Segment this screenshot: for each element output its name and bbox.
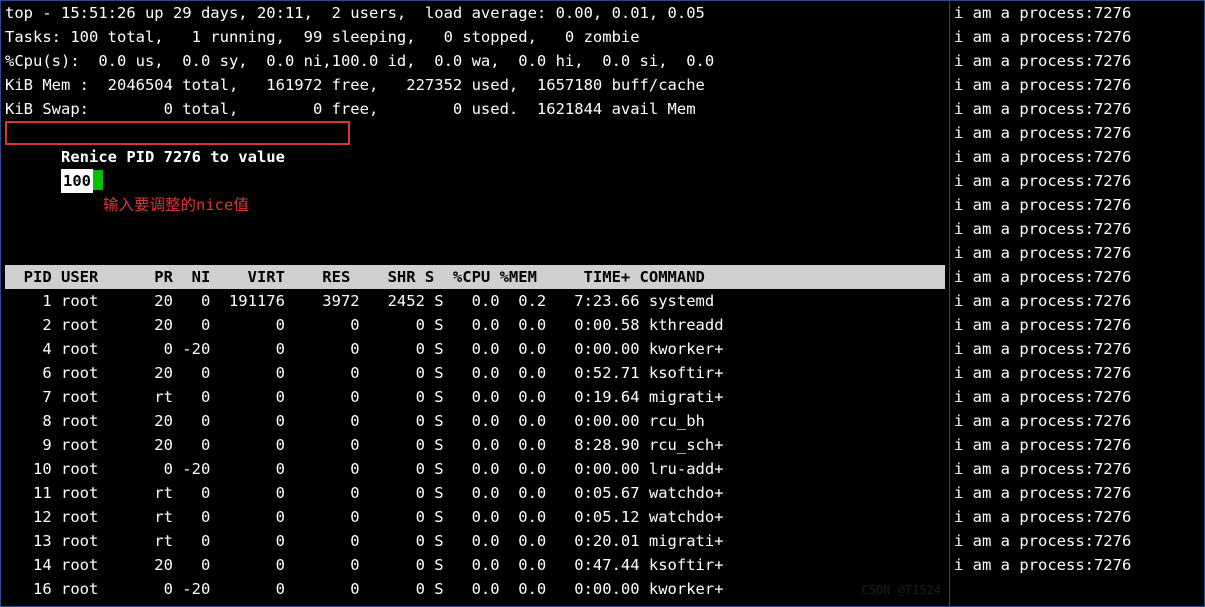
renice-prompt-text: Renice PID 7276 to value (61, 148, 294, 166)
process-row[interactable]: 10 root 0 -20 0 0 0 S 0.0 0.0 0:00.00 lr… (5, 457, 945, 481)
top-pane[interactable]: top - 15:51:26 up 29 days, 20:11, 2 user… (1, 1, 949, 606)
stdout-line: i am a process:7276 (954, 361, 1200, 385)
stdout-pane[interactable]: i am a process:7276i am a process:7276i … (949, 1, 1204, 606)
annotation-box (5, 121, 350, 145)
stdout-line: i am a process:7276 (954, 529, 1200, 553)
swap-line: KiB Swap: 0 total, 0 free, 0 used. 16218… (5, 97, 945, 121)
stdout-line: i am a process:7276 (954, 433, 1200, 457)
process-row[interactable]: 7 root rt 0 0 0 0 S 0.0 0.0 0:19.64 migr… (5, 385, 945, 409)
stdout-line: i am a process:7276 (954, 1, 1200, 25)
tasks-line: Tasks: 100 total, 1 running, 99 sleeping… (5, 25, 945, 49)
stdout-line: i am a process:7276 (954, 241, 1200, 265)
text-cursor (93, 170, 103, 190)
annotation-text: 输入要调整的nice值 (103, 196, 249, 214)
stdout-line: i am a process:7276 (954, 385, 1200, 409)
stdout-line: i am a process:7276 (954, 217, 1200, 241)
process-table[interactable]: 1 root 20 0 191176 3972 2452 S 0.0 0.2 7… (5, 289, 945, 607)
stdout-line: i am a process:7276 (954, 265, 1200, 289)
process-row[interactable]: 2 root 20 0 0 0 0 S 0.0 0.0 0:00.58 kthr… (5, 313, 945, 337)
process-row[interactable]: 8 root 20 0 0 0 0 S 0.0 0.0 0:00.00 rcu_… (5, 409, 945, 433)
stdout-line: i am a process:7276 (954, 97, 1200, 121)
renice-prompt-line[interactable]: Renice PID 7276 to value 100 输入要调整的nice值 (5, 121, 945, 265)
mem-line: KiB Mem : 2046504 total, 161972 free, 22… (5, 73, 945, 97)
stdout-line: i am a process:7276 (954, 145, 1200, 169)
process-row[interactable]: 16 root 0 -20 0 0 0 S 0.0 0.0 0:00.00 kw… (5, 577, 945, 601)
cpu-line: %Cpu(s): 0.0 us, 0.0 sy, 0.0 ni,100.0 id… (5, 49, 945, 73)
process-row[interactable]: 11 root rt 0 0 0 0 S 0.0 0.0 0:05.67 wat… (5, 481, 945, 505)
stdout-line: i am a process:7276 (954, 289, 1200, 313)
stdout-line: i am a process:7276 (954, 169, 1200, 193)
stdout-line: i am a process:7276 (954, 121, 1200, 145)
stdout-line: i am a process:7276 (954, 193, 1200, 217)
stdout-line: i am a process:7276 (954, 337, 1200, 361)
process-row[interactable]: 12 root rt 0 0 0 0 S 0.0 0.0 0:05.12 wat… (5, 505, 945, 529)
process-row[interactable]: 1 root 20 0 191176 3972 2452 S 0.0 0.2 7… (5, 289, 945, 313)
stdout-line: i am a process:7276 (954, 25, 1200, 49)
top-title-line: top - 15:51:26 up 29 days, 20:11, 2 user… (5, 1, 945, 25)
renice-input[interactable]: 100 (61, 169, 93, 193)
stdout-line: i am a process:7276 (954, 457, 1200, 481)
stdout-line: i am a process:7276 (954, 505, 1200, 529)
top-title: top - 15:51:26 up 29 days, 20:11, 2 user… (5, 4, 705, 22)
stdout-line: i am a process:7276 (954, 313, 1200, 337)
stdout-line: i am a process:7276 (954, 553, 1200, 577)
process-row[interactable]: 14 root 20 0 0 0 0 S 0.0 0.0 0:47.44 kso… (5, 553, 945, 577)
process-row[interactable]: 13 root rt 0 0 0 0 S 0.0 0.0 0:20.01 mig… (5, 529, 945, 553)
stdout-line: i am a process:7276 (954, 409, 1200, 433)
stdout-line: i am a process:7276 (954, 49, 1200, 73)
watermark: CSDN @T1524 (862, 578, 941, 602)
stdout-line: i am a process:7276 (954, 73, 1200, 97)
stdout-line: i am a process:7276 (954, 481, 1200, 505)
process-row[interactable]: 4 root 0 -20 0 0 0 S 0.0 0.0 0:00.00 kwo… (5, 337, 945, 361)
process-row[interactable]: 6 root 20 0 0 0 0 S 0.0 0.0 0:52.71 ksof… (5, 361, 945, 385)
column-header: PID USER PR NI VIRT RES SHR S %CPU %MEM … (5, 265, 945, 289)
process-row[interactable]: 9 root 20 0 0 0 0 S 0.0 0.0 8:28.90 rcu_… (5, 433, 945, 457)
process-row[interactable]: 18 root 20 0 0 0 0 S 0.0 0.0 0:00.01 kde… (5, 601, 945, 607)
